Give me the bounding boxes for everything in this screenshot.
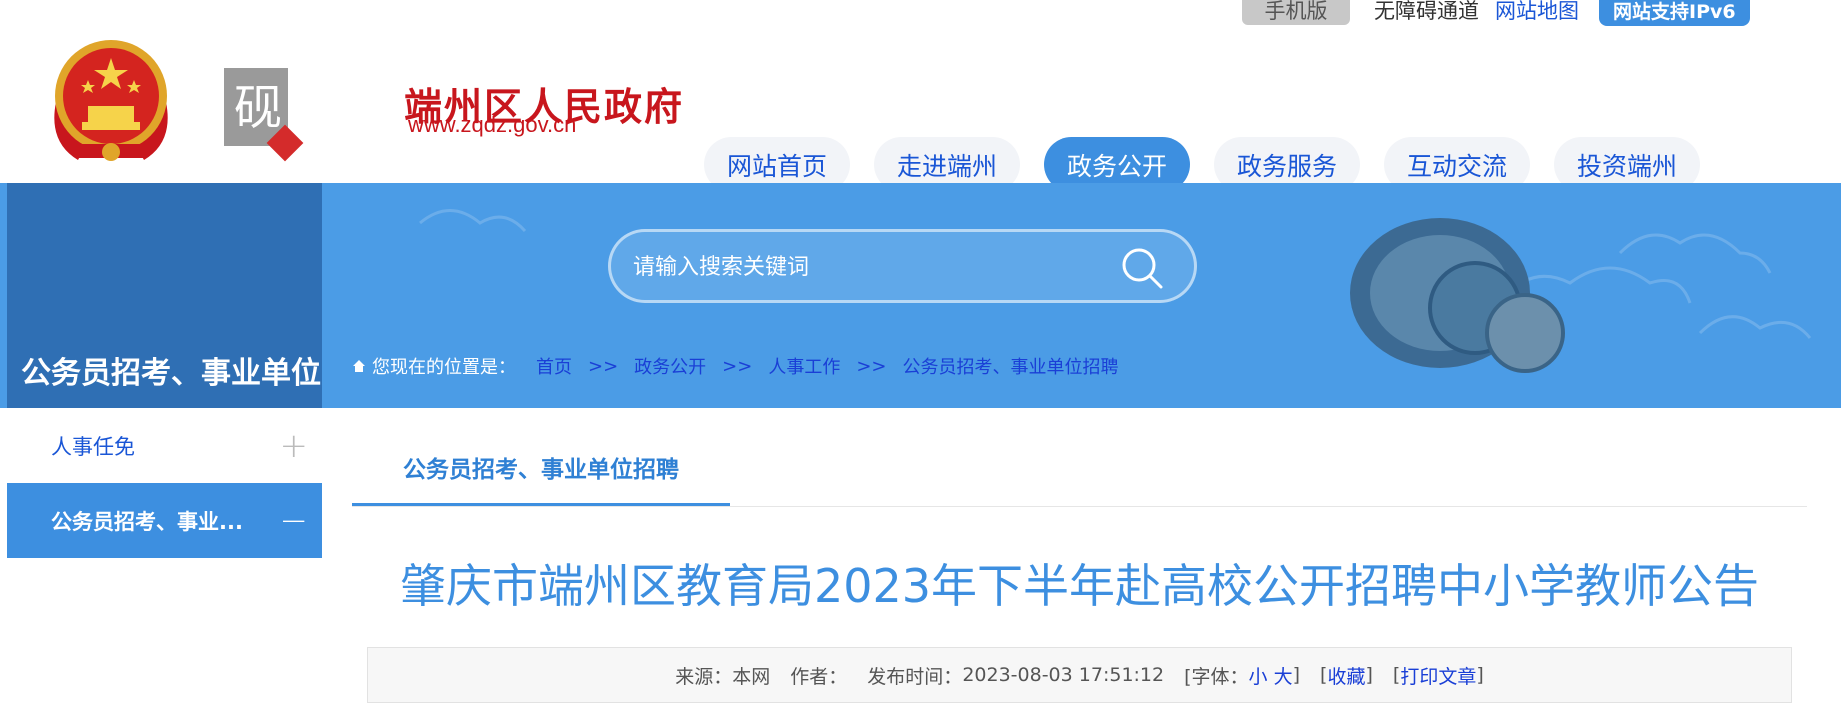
print-close: ] — [1476, 664, 1484, 686]
print-open: [ — [1392, 664, 1401, 686]
published-label: 发布时间： — [867, 665, 963, 688]
site-url: www.zqdz.gov.cn — [408, 112, 577, 137]
section-title-panel: 公务员招考、事业单位 — [7, 183, 322, 408]
sidebar-item-appointments[interactable]: 人事任免 + — [7, 408, 322, 483]
source-label: 来源： — [675, 665, 733, 688]
author-label: 作者： — [790, 665, 848, 688]
breadcrumb-gov-affairs[interactable]: 政务公开 — [634, 353, 706, 379]
breadcrumb-prefix: 您现在的位置是： — [372, 357, 516, 378]
sidebar-item-recruitment[interactable]: 公务员招考、事业... − — [7, 483, 322, 558]
font-small-button[interactable]: 小 — [1249, 662, 1268, 689]
bookmark-close: ] — [1365, 664, 1373, 686]
font-large-button[interactable]: 大 — [1274, 662, 1293, 689]
site-header: 砚 端州区人民政府 www.zqdz.gov.cn 网站首页 走进端州 政务公开… — [0, 30, 1841, 192]
sitemap-link[interactable]: 网站地图 — [1495, 0, 1579, 25]
inkstone-image — [1350, 218, 1565, 373]
search-input[interactable] — [631, 246, 1095, 288]
search-icon[interactable] — [1120, 246, 1164, 290]
tab-recruitment[interactable]: 公务员招考、事业单位招聘 — [352, 430, 730, 506]
published-value: 2023-08-03 17:51:12 — [962, 664, 1165, 686]
breadcrumb-personnel[interactable]: 人事工作 — [768, 353, 840, 379]
mobile-version-link[interactable]: 手机版 — [1242, 0, 1350, 25]
breadcrumb-recruitment[interactable]: 公务员招考、事业单位招聘 — [903, 353, 1119, 379]
sidebar-item-label: 公务员招考、事业... — [51, 509, 243, 534]
expand-plus-icon[interactable]: + — [280, 429, 309, 463]
svg-text:砚: 砚 — [234, 80, 282, 136]
breadcrumb-separator: >> — [856, 355, 887, 377]
sidebar-item-label: 人事任免 — [51, 434, 135, 459]
bookmark-button[interactable]: 收藏 — [1327, 662, 1365, 689]
section-tab-bar: 公务员招考、事业单位招聘 — [352, 430, 1807, 507]
banner: 公务员招考、事业单位 您现在的位置是： 首页 >> 政务公开 >> 人事工作 >… — [0, 183, 1841, 408]
bookmark-open: [ — [1320, 664, 1328, 686]
sidebar: 人事任免 + 公务员招考、事业... − — [7, 408, 322, 558]
article-title: 肇庆市端州区教育局2023年下半年赴高校公开招聘中小学教师公告 — [399, 559, 1760, 613]
breadcrumb-separator: >> — [722, 355, 753, 377]
accessibility-link[interactable]: 无障碍通道 — [1374, 0, 1479, 25]
inkstone-logo-icon: 砚 — [224, 68, 304, 162]
article-meta-bar: 来源： 本网 作者： 发布时间： 2023-08-03 17:51:12 [字体… — [367, 647, 1792, 703]
search-box — [608, 229, 1197, 303]
section-title: 公务员招考、事业单位 — [21, 356, 321, 391]
print-button[interactable]: 打印文章 — [1400, 662, 1476, 689]
breadcrumb-separator: >> — [588, 355, 619, 377]
breadcrumb-home[interactable]: 首页 — [536, 353, 572, 379]
source-value: 本网 — [732, 665, 771, 688]
home-icon — [353, 360, 365, 372]
collapse-minus-icon[interactable]: − — [280, 504, 309, 538]
font-size-label: [字体： — [1184, 665, 1249, 688]
national-emblem-icon — [54, 40, 168, 161]
top-utility-bar: 手机版 无障碍通道 网站地图 网站支持IPv6 — [1242, 0, 1750, 30]
breadcrumb: 您现在的位置是： 首页 >> 政务公开 >> 人事工作 >> 公务员招考、事业单… — [352, 353, 1119, 379]
ipv6-badge: 网站支持IPv6 — [1599, 0, 1750, 26]
font-size-close: ] — [1292, 664, 1301, 686]
